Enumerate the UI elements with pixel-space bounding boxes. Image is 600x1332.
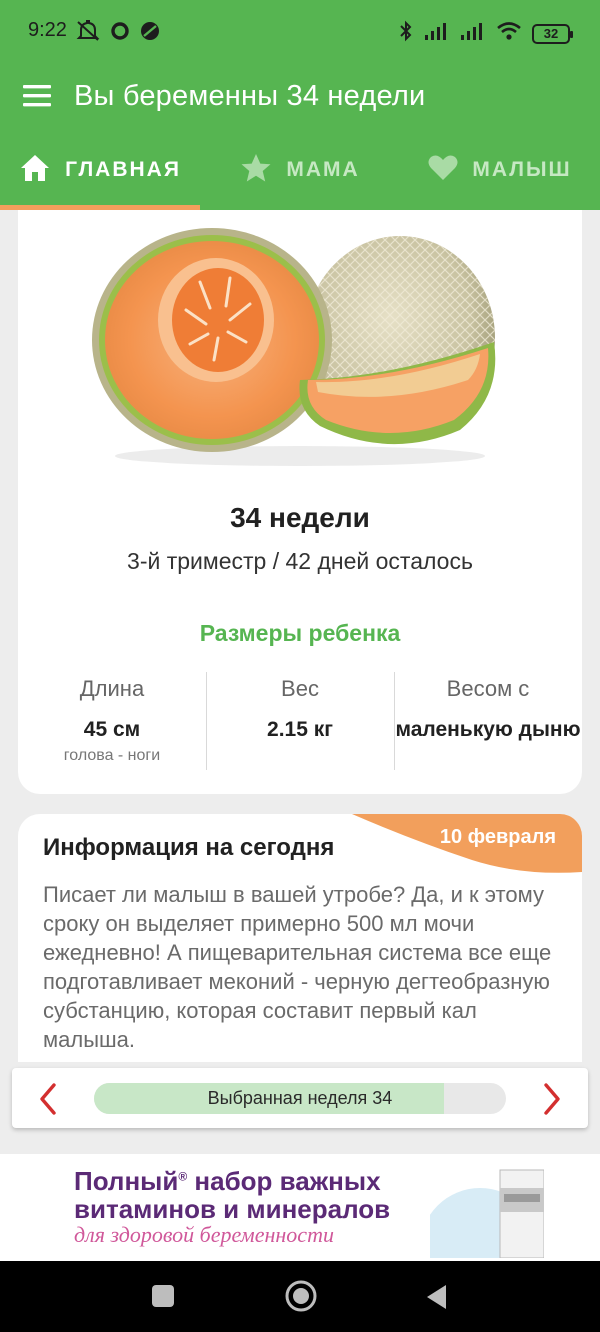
system-navigation-bar (0, 1261, 600, 1332)
tab-baby[interactable]: МАЛЫШ (400, 130, 600, 210)
signal-icon-1 (424, 21, 450, 46)
stat-length-value: 45 см (83, 718, 141, 741)
stat-comparison: Весом с маленькую дыню (394, 672, 582, 770)
heart-icon (428, 154, 458, 187)
info-body: Писает ли малыш в вашей утробе? Да, и к … (43, 882, 552, 1052)
cantaloupe-melon-image (90, 220, 510, 475)
status-bar: 9:22 32 (0, 0, 600, 62)
bluetooth-icon (398, 20, 414, 47)
info-title: Информация на сегодня (43, 834, 335, 861)
selected-week-label: Выбранная неделя 34 (207, 1088, 393, 1108)
chevron-right-icon[interactable] (536, 1082, 566, 1116)
status-left-icons (76, 20, 160, 47)
hamburger-menu-icon[interactable] (18, 78, 56, 114)
tab-home-label: ГЛАВНАЯ (65, 158, 181, 181)
stat-length-label: Длина (79, 676, 145, 701)
stat-length: Длина 45 см голова - ноги (18, 672, 206, 770)
date-badge: 10 февраля (352, 814, 582, 874)
tab-mama[interactable]: МАМА (200, 130, 400, 210)
ad-line-1: Полный® набор важных (74, 1166, 381, 1197)
star-icon (240, 153, 272, 188)
stat-weight-value: 2.15 кг (267, 718, 333, 741)
stat-comparison-value: маленькую дыню (395, 718, 581, 741)
stat-length-note: голова - ноги (63, 747, 161, 764)
muted-alarm-icon (76, 20, 100, 47)
stat-weight-label: Вес (281, 676, 319, 701)
recent-apps-icon[interactable] (150, 1283, 176, 1314)
wifi-icon (496, 21, 522, 46)
stat-weight: Вес 2.15 кг (206, 672, 394, 770)
ad-line-1-rest: набор важных (187, 1166, 381, 1196)
baby-sizes-title: Размеры ребенка (199, 620, 401, 646)
week-progress-track[interactable]: Выбранная неделя 34 (94, 1083, 506, 1114)
page-title: Вы беременны 34 недели (74, 80, 426, 112)
battery-icon: 32 (532, 23, 573, 44)
home-icon (19, 153, 51, 188)
tab-baby-label: МАЛЫШ (472, 158, 572, 181)
registered-mark: ® (178, 1169, 188, 1184)
ad-line-3: для здоровой беременности (74, 1222, 334, 1247)
chevron-left-icon[interactable] (34, 1082, 64, 1116)
status-right-icons: 32 (398, 20, 573, 47)
tab-home[interactable]: ГЛАВНАЯ (0, 130, 200, 210)
stat-comparison-label: Весом с (446, 676, 530, 701)
back-icon[interactable] (424, 1283, 450, 1316)
week-title: 34 недели (230, 502, 370, 533)
circle-app-icon (110, 21, 130, 46)
status-time: 9:22 (28, 19, 67, 41)
ad-product-image (420, 1168, 545, 1261)
home-button-icon[interactable] (284, 1279, 318, 1318)
tab-bar: ГЛАВНАЯ МАМА МАЛЫШ (0, 130, 600, 210)
baby-stats: Длина 45 см голова - ноги Вес 2.15 кг Ве… (18, 672, 582, 770)
ad-banner[interactable]: Полный® набор важных витаминов и минерал… (0, 1154, 600, 1261)
week-selector: Выбранная неделя 34 (12, 1068, 588, 1128)
ad-line-2: витаминов и минералов (74, 1194, 391, 1224)
tab-mama-label: МАМА (286, 158, 360, 181)
trimester-text: 3-й триместр / 42 дней осталось (127, 548, 473, 574)
blocked-app-icon (140, 21, 160, 46)
date-text: 10 февраля (439, 826, 556, 848)
ad-line-1-brand-word: Полный (74, 1166, 179, 1196)
signal-icon-2 (460, 21, 486, 46)
ad-line-1-text: Полный® набор важных (74, 1166, 381, 1196)
daily-info-card: 10 февраля Информация на сегодня Писает … (18, 814, 582, 1062)
app-bar: Вы беременны 34 недели (0, 62, 600, 130)
week-card: 34 недели 3-й триместр / 42 дней осталос… (18, 210, 582, 794)
